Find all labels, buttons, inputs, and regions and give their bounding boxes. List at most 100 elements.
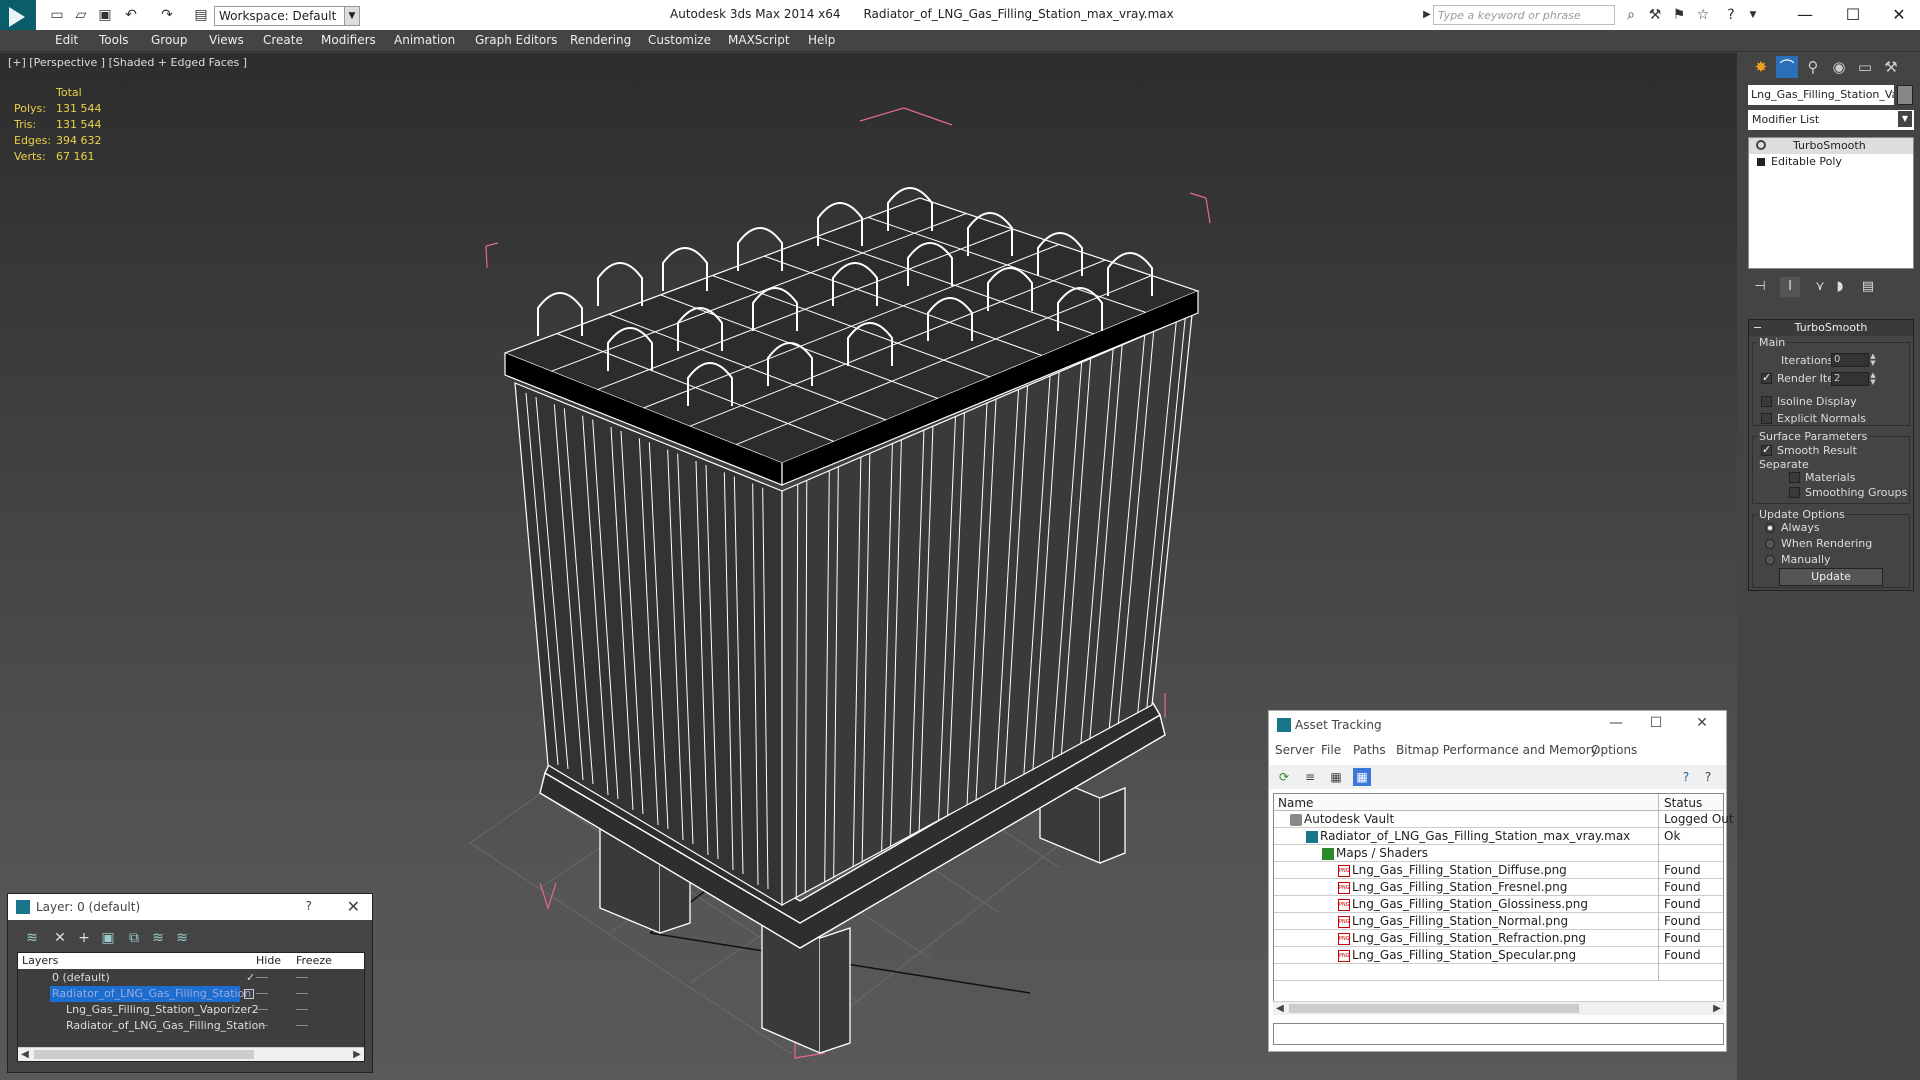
- horizontal-scrollbar[interactable]: ◀ ▶: [18, 1047, 364, 1061]
- asset-row[interactable]: PNG Lng_Gas_Filling_Station_Normal.png Fou…: [1274, 913, 1723, 930]
- spinner-arrows-icon[interactable]: ▲ ▼: [1869, 353, 1877, 367]
- menu-graph-editors[interactable]: Graph Editors: [475, 33, 557, 47]
- asset-row[interactable]: PNG Lng_Gas_Filling_Station_Diffuse.png Fo…: [1274, 862, 1723, 879]
- asset-row[interactable]: PNG Lng_Gas_Filling_Station_Glossiness.pn…: [1274, 896, 1723, 913]
- layer-row[interactable]: Radiator_of_LNG_Gas_Filling_Station: [18, 986, 364, 1002]
- menu-modifiers[interactable]: Modifiers: [321, 33, 376, 47]
- layer-row[interactable]: Radiator_of_LNG_Gas_Filling_Station: [18, 1018, 364, 1034]
- rollout-header[interactable]: − TurboSmooth: [1749, 320, 1913, 336]
- smooth-result-checkbox[interactable]: [1761, 443, 1772, 456]
- asset-row[interactable]: Maps / Shaders: [1274, 845, 1723, 862]
- configure-modifier-sets-icon[interactable]: ▤: [1858, 277, 1878, 297]
- menu-bitmap-performance[interactable]: Bitmap Performance and Memory: [1396, 743, 1598, 757]
- isoline-display-checkbox[interactable]: [1761, 396, 1772, 407]
- menu-customize[interactable]: Customize: [648, 33, 711, 47]
- menu-edit[interactable]: Edit: [55, 33, 78, 47]
- new-layer-icon[interactable]: ≋: [22, 928, 42, 948]
- minimize-button[interactable]: —: [1790, 3, 1820, 27]
- when-rendering-radio[interactable]: [1765, 539, 1775, 549]
- column-hide[interactable]: Hide: [256, 954, 281, 967]
- explicit-normals-checkbox[interactable]: [1761, 413, 1772, 424]
- hierarchy-tab-icon[interactable]: ⚲: [1802, 56, 1824, 78]
- favorites-star-icon[interactable]: ☆: [1694, 6, 1712, 24]
- menu-file[interactable]: File: [1321, 743, 1341, 757]
- modifier-list-dropdown[interactable]: Modifier List ▼: [1748, 110, 1914, 130]
- workspace-dropdown[interactable]: Workspace: Default ▼: [214, 6, 360, 26]
- freeze-all-icon[interactable]: ≋: [172, 928, 192, 948]
- current-layer-box-icon[interactable]: [244, 989, 254, 999]
- close-button[interactable]: ✕: [1688, 715, 1716, 731]
- minimize-button[interactable]: —: [1602, 715, 1630, 731]
- thumbnail-view-icon[interactable]: ▦: [1327, 768, 1345, 786]
- hide-all-icon[interactable]: ≋: [148, 928, 168, 948]
- manually-radio[interactable]: [1765, 555, 1775, 565]
- utilities-tab-icon[interactable]: ⚒: [1880, 56, 1902, 78]
- update-button[interactable]: Update: [1779, 568, 1883, 586]
- modify-tab-icon[interactable]: ⌒: [1776, 56, 1798, 78]
- stack-item-editable-poly[interactable]: Editable Poly: [1749, 154, 1913, 170]
- open-file-icon[interactable]: ▱: [72, 6, 90, 24]
- select-objects-icon[interactable]: ▣: [98, 928, 118, 948]
- project-folder-icon[interactable]: ▤: [192, 6, 210, 24]
- make-unique-icon[interactable]: ⋎: [1810, 277, 1830, 297]
- asset-row[interactable]: PNG Lng_Gas_Filling_Station_Refraction.pn…: [1274, 930, 1723, 947]
- asset-row[interactable]: Radiator_of_LNG_Gas_Filling_Station_max_…: [1274, 828, 1723, 845]
- show-end-result-icon[interactable]: Ⅰ: [1780, 277, 1800, 297]
- layer-window-title-bar[interactable]: Layer: 0 (default)? ✕: [8, 894, 372, 920]
- asset-tracking-title-bar[interactable]: Asset Tracking — ☐ ✕: [1269, 711, 1726, 739]
- menu-options[interactable]: Options: [1591, 743, 1637, 757]
- materials-checkbox[interactable]: [1789, 472, 1800, 483]
- help-button[interactable]: ?: [306, 899, 312, 913]
- asset-path-field[interactable]: [1273, 1023, 1724, 1045]
- remove-modifier-icon[interactable]: ◗: [1830, 277, 1850, 297]
- menu-group[interactable]: Group: [151, 33, 188, 47]
- pin-stack-icon[interactable]: ⊣: [1750, 277, 1770, 297]
- lightbulb-icon[interactable]: [1756, 140, 1766, 150]
- menu-create[interactable]: Create: [263, 33, 303, 47]
- binoculars-icon[interactable]: ⌕: [1622, 6, 1640, 24]
- spinner-arrows-icon[interactable]: ▲ ▼: [1869, 372, 1877, 386]
- layer-row[interactable]: 0 (default) ✓: [18, 970, 364, 986]
- object-name-field[interactable]: Lng_Gas_Filling_Station_Vapc: [1748, 85, 1894, 105]
- context-help-icon[interactable]: ?: [1699, 768, 1717, 786]
- column-status[interactable]: Status: [1664, 796, 1702, 810]
- select-layer-icon[interactable]: ⧉: [124, 928, 144, 948]
- menu-animation[interactable]: Animation: [394, 33, 455, 47]
- column-freeze[interactable]: Freeze: [296, 954, 332, 967]
- new-file-icon[interactable]: ▭: [48, 6, 66, 24]
- column-layers[interactable]: Layers: [22, 954, 58, 967]
- maximize-button[interactable]: ☐: [1838, 3, 1868, 27]
- menu-views[interactable]: Views: [209, 33, 244, 47]
- column-name[interactable]: Name: [1278, 796, 1313, 810]
- menu-rendering[interactable]: Rendering: [570, 33, 631, 47]
- smoothing-groups-checkbox[interactable]: [1789, 487, 1800, 498]
- list-view-icon[interactable]: ≡: [1301, 768, 1319, 786]
- undo-icon[interactable]: ↶: [122, 6, 140, 24]
- expand-icon[interactable]: [1757, 158, 1765, 166]
- search-input[interactable]: Type a keyword or phrase: [1433, 5, 1615, 25]
- asset-row[interactable]: Autodesk Vault Logged Out: [1274, 811, 1734, 828]
- asset-row[interactable]: PNG Lng_Gas_Filling_Station_Fresnel.png Fo…: [1274, 879, 1723, 896]
- render-iters-checkbox[interactable]: [1761, 371, 1772, 384]
- delete-layer-icon[interactable]: ✕: [50, 928, 70, 948]
- table-view-icon[interactable]: ▦: [1353, 768, 1371, 786]
- create-tab-icon[interactable]: ✸: [1750, 56, 1772, 78]
- menu-help[interactable]: Help: [808, 33, 835, 47]
- menu-paths[interactable]: Paths: [1353, 743, 1386, 757]
- maximize-button[interactable]: ☐: [1642, 715, 1670, 731]
- iterations-spinner[interactable]: 0: [1831, 353, 1869, 367]
- always-radio[interactable]: [1765, 523, 1775, 533]
- redo-icon[interactable]: ↷: [158, 6, 176, 24]
- menu-maxscript[interactable]: MAXScript: [728, 33, 790, 47]
- save-icon[interactable]: ▣: [96, 6, 114, 24]
- close-button[interactable]: ✕: [1884, 3, 1914, 27]
- add-to-layer-icon[interactable]: +: [74, 928, 94, 948]
- horizontal-scrollbar[interactable]: ◀ ▶: [1273, 1001, 1724, 1015]
- subscription-icon[interactable]: ⚒: [1646, 6, 1664, 24]
- layer-row[interactable]: Lng_Gas_Filling_Station_Vaporizer2: [18, 1002, 364, 1018]
- motion-tab-icon[interactable]: ◉: [1828, 56, 1850, 78]
- render-iters-spinner[interactable]: 2: [1831, 372, 1869, 386]
- menu-server[interactable]: Server: [1275, 743, 1314, 757]
- menu-tools[interactable]: Tools: [99, 33, 129, 47]
- object-color-swatch[interactable]: [1897, 85, 1913, 105]
